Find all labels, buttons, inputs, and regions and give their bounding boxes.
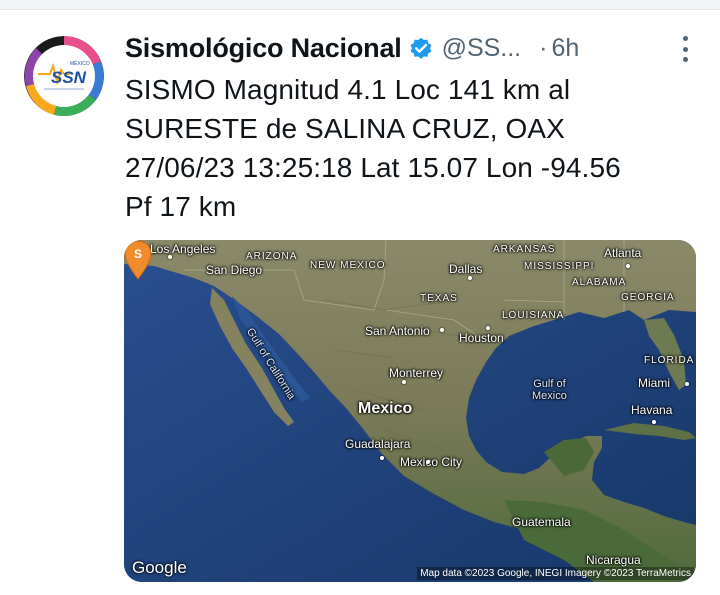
tweet-header: Sismológico Nacional @SS... · 6h <box>125 30 696 66</box>
user-handle[interactable]: @SS... <box>442 34 522 63</box>
label-san-diego: San Diego <box>206 263 263 277</box>
city-dot-houston <box>486 326 490 330</box>
label-mexico-city: Mexico City <box>400 455 463 469</box>
label-mississippi: MISSISSIPPI <box>524 261 595 272</box>
label-nicaragua: Nicaragua <box>586 553 641 567</box>
label-florida: FLORIDA <box>644 355 695 366</box>
label-georgia: GEORGIA <box>621 292 675 303</box>
city-dot-los-angeles <box>168 255 172 259</box>
label-new-mexico: NEW MEXICO <box>310 260 386 271</box>
label-san-antonio: San Antonio <box>365 324 430 338</box>
label-havana: Havana <box>631 403 673 417</box>
label-arkansas: ARKANSAS <box>493 244 556 255</box>
city-dot-guadalajara <box>380 456 384 460</box>
label-alabama: ALABAMA <box>572 277 627 288</box>
label-monterrey: Monterrey <box>389 366 444 380</box>
label-los-angeles: Los Angeles <box>150 242 216 256</box>
map-image[interactable]: Los Angeles ARIZONA San Diego NEW MEXICO… <box>124 240 696 582</box>
city-dot-miami <box>685 382 689 386</box>
tweet-line-2: SURESTE de SALINA CRUZ, OAX <box>125 113 565 144</box>
label-arizona: ARIZONA <box>246 251 298 262</box>
city-dot-mexico-city <box>426 460 430 464</box>
tweet-line-4: Pf 17 km <box>125 191 237 222</box>
separator-dot: · <box>539 33 548 62</box>
city-dot-havana <box>652 420 656 424</box>
more-options-icon[interactable] <box>680 36 690 62</box>
label-gulf-of-mexico: Gulf of Mexico <box>532 378 567 402</box>
label-dallas: Dallas <box>449 262 483 276</box>
label-guatemala: Guatemala <box>512 515 571 529</box>
tweet-text: SISMO Magnitud 4.1 Loc 141 km al SURESTE… <box>125 70 700 226</box>
timestamp[interactable]: 6h <box>551 34 579 63</box>
label-louisiana: LOUISIANA <box>502 310 565 321</box>
label-texas: TEXAS <box>420 293 458 304</box>
city-dot-atlanta <box>626 264 630 268</box>
verified-badge-icon <box>408 35 434 61</box>
location-pin-icon[interactable]: S <box>124 240 152 280</box>
ssn-logo: SSN MÉXICO <box>24 36 104 116</box>
avatar-brand: SSN <box>51 68 87 87</box>
city-dot-dallas <box>468 276 472 280</box>
pin-letter: S <box>134 247 142 261</box>
label-atlanta: Atlanta <box>604 246 642 260</box>
label-guadalajara: Guadalajara <box>345 437 411 451</box>
tweet-line-3: 27/06/23 13:25:18 Lat 15.07 Lon -94.56 <box>125 152 621 183</box>
city-dot-monterrey <box>402 380 406 384</box>
avatar-small-text: MÉXICO <box>70 60 90 67</box>
label-miami: Miami <box>638 376 670 390</box>
google-logo: Google <box>132 558 187 577</box>
label-gulf-of-mexico-line1: Gulf of <box>533 378 566 390</box>
label-houston: Houston <box>459 331 504 345</box>
city-dot-san-antonio <box>440 328 444 332</box>
top-divider <box>0 0 720 10</box>
label-gulf-of-mexico-line2: Mexico <box>532 390 567 402</box>
display-name[interactable]: Sismológico Nacional <box>125 33 402 64</box>
map-attribution[interactable]: Map data ©2023 Google, INEGI Imagery ©20… <box>417 567 694 580</box>
label-mexico: Mexico <box>358 400 413 417</box>
tweet-line-1: SISMO Magnitud 4.1 Loc 141 km al <box>125 74 571 105</box>
avatar[interactable]: SSN MÉXICO <box>24 36 104 116</box>
